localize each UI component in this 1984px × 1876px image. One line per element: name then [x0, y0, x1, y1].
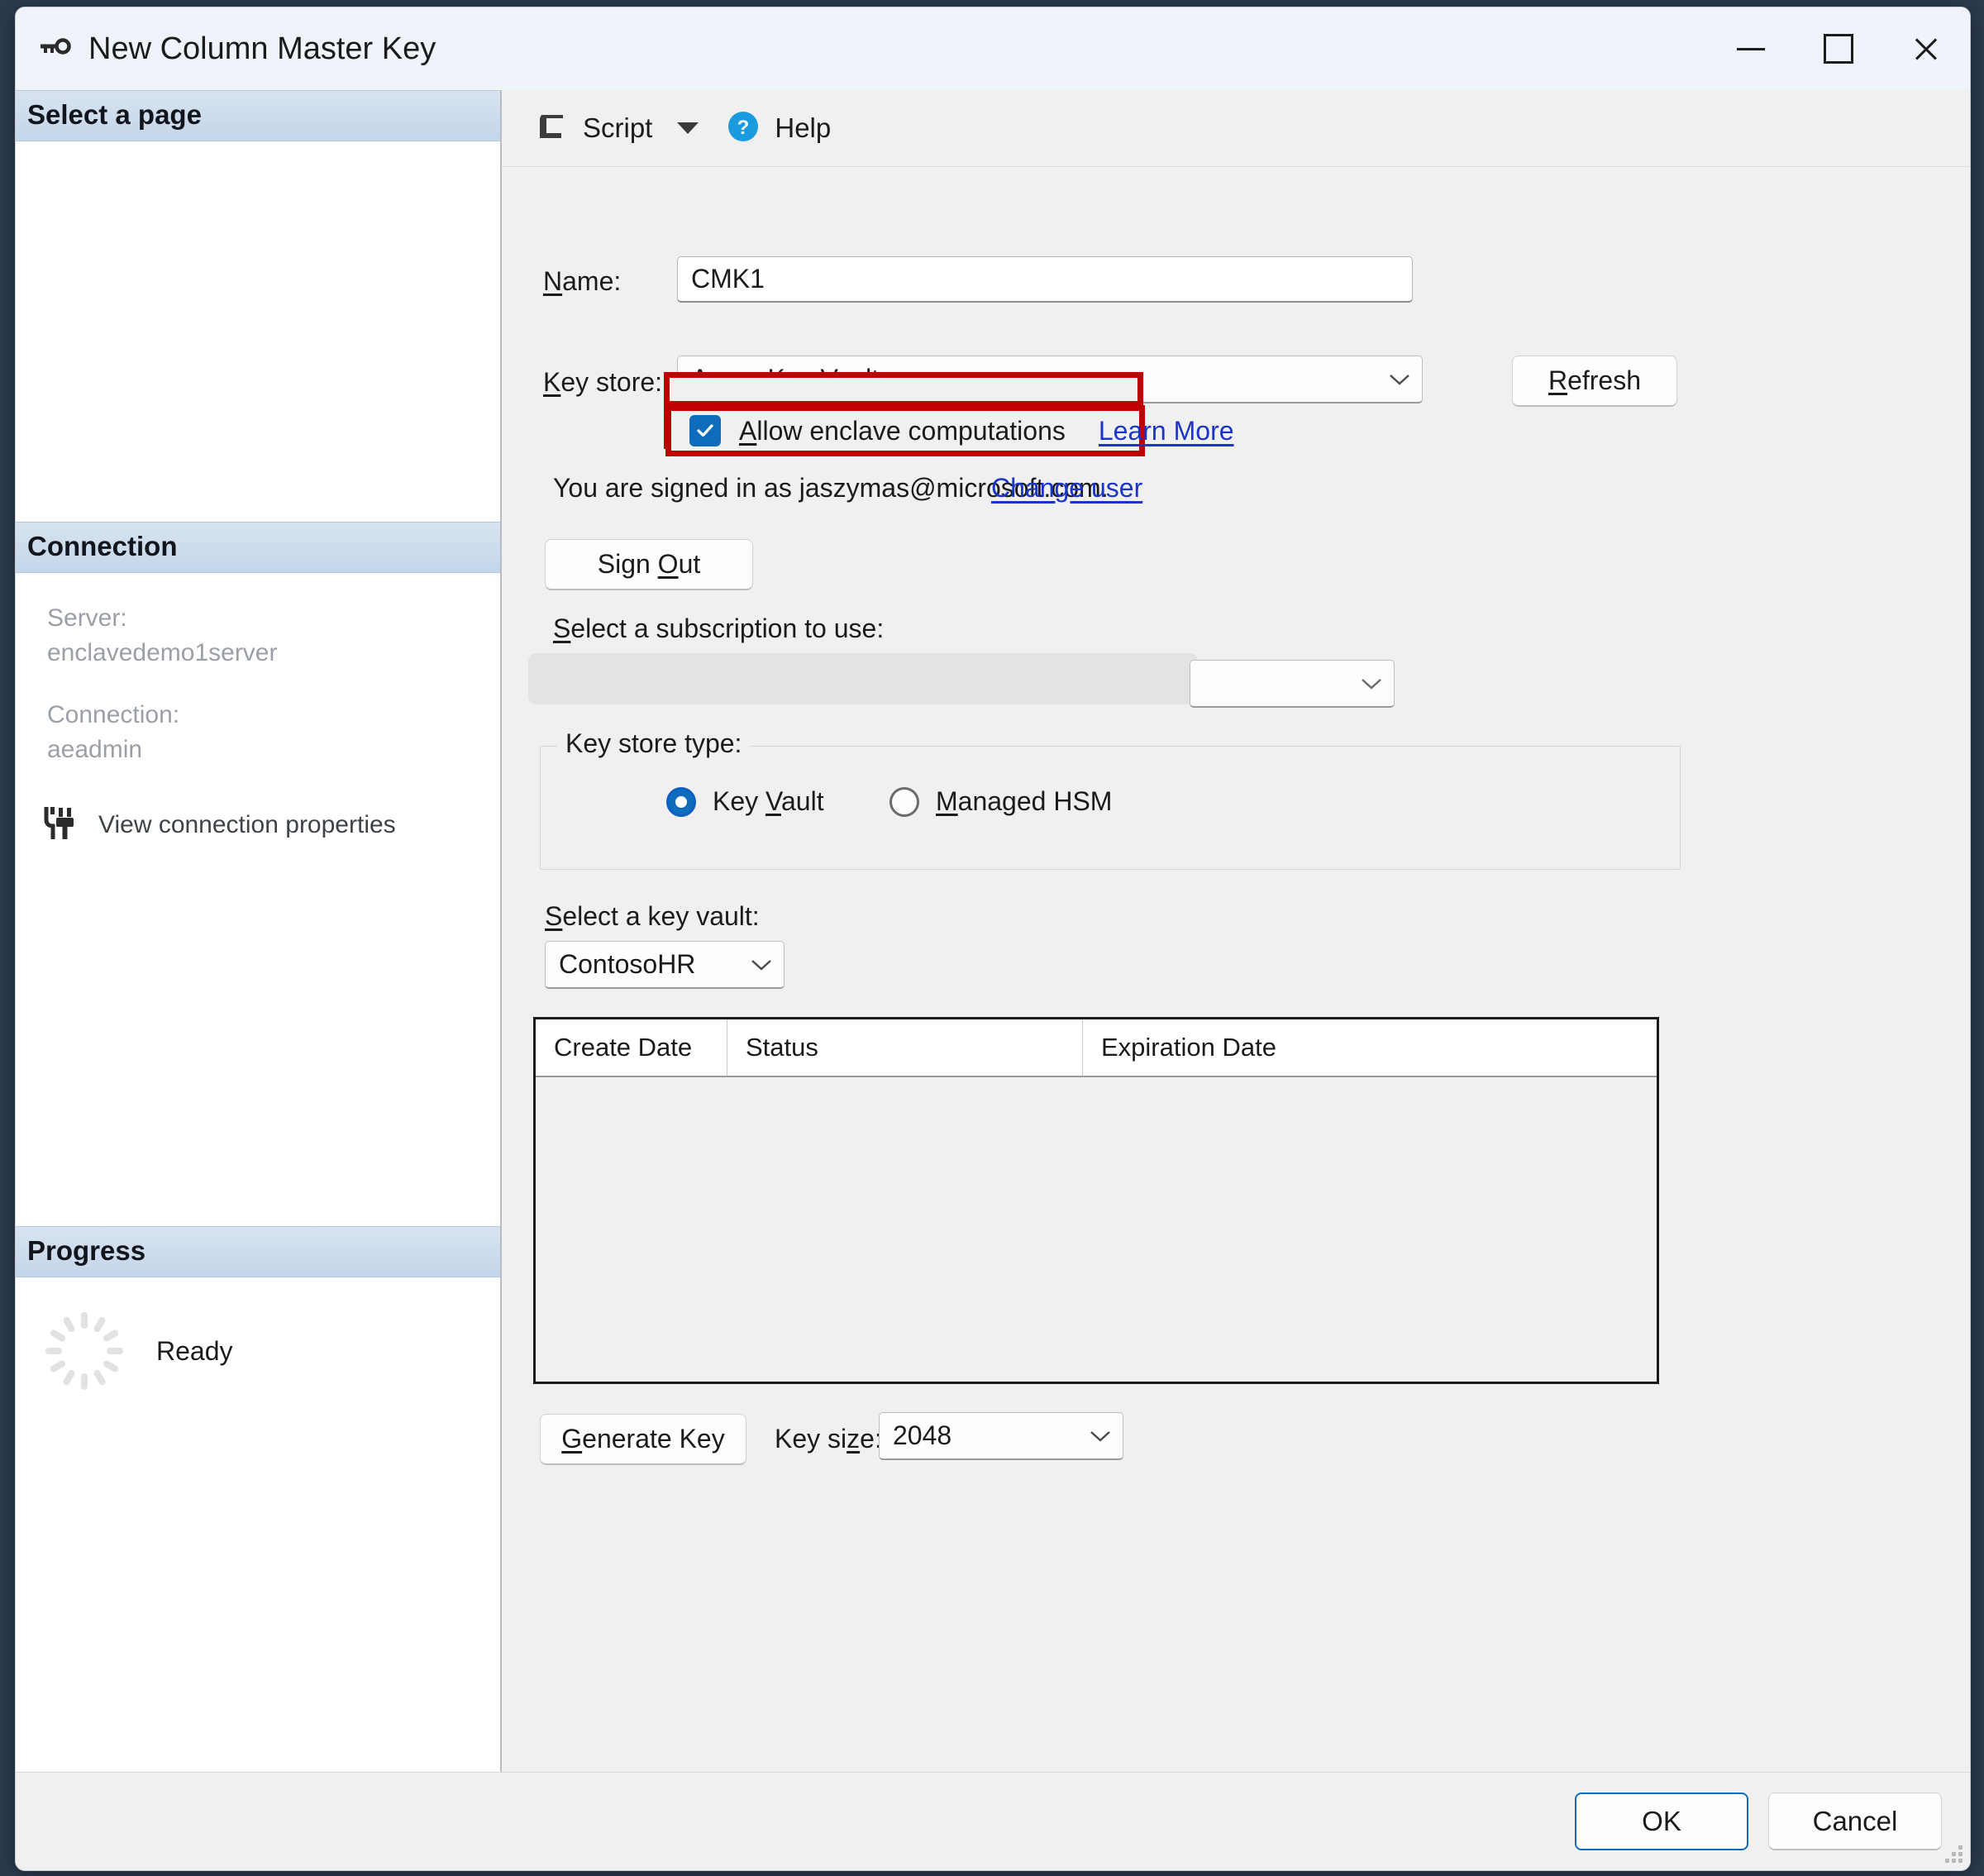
connection-value: aeadmin — [47, 736, 143, 764]
key-size-label: Key size: — [775, 1424, 882, 1454]
allow-enclave-label: Allow enclave computations — [739, 415, 1066, 446]
key-icon — [36, 30, 74, 68]
key-size-value: 2048 — [893, 1420, 952, 1450]
allow-enclave-highlight-box: Allow enclave computations Learn More — [665, 405, 1234, 456]
server-label: Server: — [47, 604, 127, 632]
spinner-icon — [44, 1310, 125, 1391]
subscription-label: Select a subscription to use: — [553, 613, 885, 643]
managed-hsm-radio[interactable] — [889, 786, 919, 817]
generate-key-button[interactable]: Generate Key — [540, 1414, 746, 1465]
key-store-row: Key store: — [543, 367, 662, 398]
maximize-icon — [1824, 34, 1853, 64]
content-pane: Script ? Help Name: CMK1 Key store: Refr… — [502, 90, 1970, 1772]
cancel-button[interactable]: Cancel — [1768, 1792, 1942, 1850]
connection-plug-icon — [44, 804, 82, 847]
script-icon — [533, 108, 570, 149]
sign-out-button[interactable]: Sign Out — [545, 539, 753, 590]
managed-hsm-radio-label: Managed HSM — [936, 786, 1113, 816]
name-input[interactable]: CMK1 — [677, 256, 1413, 303]
svg-text:?: ? — [737, 117, 750, 139]
help-button[interactable]: ? Help — [717, 102, 839, 155]
select-key-vault-label: Select a key vault: — [545, 901, 760, 931]
sidebar-pages-list — [16, 141, 500, 522]
sidebar-header-connection: Connection — [16, 521, 500, 573]
connection-label: Connection: — [47, 700, 180, 728]
chevron-down-icon — [1390, 374, 1409, 385]
chevron-down-icon — [1362, 678, 1381, 690]
maximize-button[interactable] — [1795, 7, 1882, 90]
help-circle-icon: ? — [725, 108, 761, 149]
key-vault-radio[interactable] — [666, 786, 696, 817]
selected-key-vault: ContosoHR — [559, 949, 696, 979]
sidebar: Select a page Connection Server: enclave… — [16, 90, 502, 1772]
key-vault-radio-label: Key Vault — [713, 786, 824, 816]
key-store-type-group: Key store type: Key Vault Managed HSM — [540, 728, 1681, 870]
script-button[interactable]: Script — [525, 102, 661, 155]
key-store-type-label: Key store type: — [557, 728, 751, 759]
chevron-down-icon — [751, 959, 771, 971]
column-header-create-date[interactable]: Create Date — [536, 1019, 727, 1076]
learn-more-link[interactable]: Learn More — [1099, 416, 1234, 446]
refresh-label: Refresh — [1548, 365, 1642, 395]
resize-grip[interactable] — [1942, 1844, 1963, 1865]
key-store-label: Key store: — [543, 367, 663, 397]
key-vault-select[interactable]: ContosoHR — [545, 941, 785, 989]
allow-enclave-checkbox[interactable] — [689, 415, 721, 446]
keys-table: Create Date Status Expiration Date — [533, 1017, 1659, 1384]
generate-key-label: Generate Key — [561, 1424, 725, 1454]
server-value: enclavedemo1server — [47, 639, 278, 667]
close-icon — [1912, 35, 1940, 63]
window-title: New Column Master Key — [88, 31, 436, 66]
refresh-button[interactable]: Refresh — [1512, 356, 1677, 407]
managed-hsm-radio-option[interactable]: Managed HSM — [889, 786, 1112, 817]
sidebar-progress-pane: Ready — [16, 1277, 500, 1772]
table-header-row: Create Date Status Expiration Date — [536, 1019, 1657, 1077]
view-connection-properties-label: View connection properties — [98, 811, 396, 839]
subscription-placeholder-bar — [528, 653, 1198, 704]
close-button[interactable] — [1882, 7, 1970, 90]
minimize-icon — [1737, 47, 1765, 50]
checkmark-icon — [697, 424, 713, 437]
progress-status: Ready — [156, 1335, 233, 1366]
screenshot-root: New Column Master Key Select a page Conn… — [0, 0, 1984, 1876]
view-connection-properties-link[interactable]: View connection properties — [44, 804, 500, 847]
name-label: Name: — [543, 266, 622, 296]
window-controls — [1707, 7, 1970, 90]
key-vault-radio-option[interactable]: Key Vault — [666, 786, 824, 817]
form-area: Name: CMK1 Key store: Azure Key Vault Re… — [502, 167, 1970, 1772]
subscription-select[interactable] — [1190, 660, 1395, 708]
window-body: Select a page Connection Server: enclave… — [16, 90, 1970, 1772]
dialog-footer: OK Cancel — [16, 1772, 1970, 1870]
chevron-down-icon[interactable] — [677, 122, 699, 134]
minimize-button[interactable] — [1707, 7, 1795, 90]
title-bar: New Column Master Key — [16, 7, 1970, 90]
dialog-window: New Column Master Key Select a page Conn… — [15, 7, 1971, 1871]
sidebar-header-select-page: Select a page — [16, 90, 500, 141]
sign-out-label: Sign Out — [597, 549, 701, 579]
column-header-expiration-date[interactable]: Expiration Date — [1083, 1019, 1657, 1076]
help-label: Help — [775, 112, 832, 143]
sidebar-connection-pane: Server: enclavedemo1server Connection: a… — [16, 573, 500, 1227]
name-row: Name: — [543, 266, 675, 297]
chevron-down-icon — [1090, 1430, 1110, 1442]
change-user-link[interactable]: Change user — [991, 473, 1142, 504]
key-size-select[interactable]: 2048 — [879, 1412, 1123, 1460]
toolbar: Script ? Help — [502, 90, 1970, 167]
sidebar-header-progress: Progress — [16, 1226, 500, 1278]
column-header-status[interactable]: Status — [727, 1019, 1083, 1076]
script-label: Script — [583, 112, 653, 143]
ok-button[interactable]: OK — [1575, 1792, 1748, 1850]
table-body[interactable] — [536, 1077, 1657, 1382]
